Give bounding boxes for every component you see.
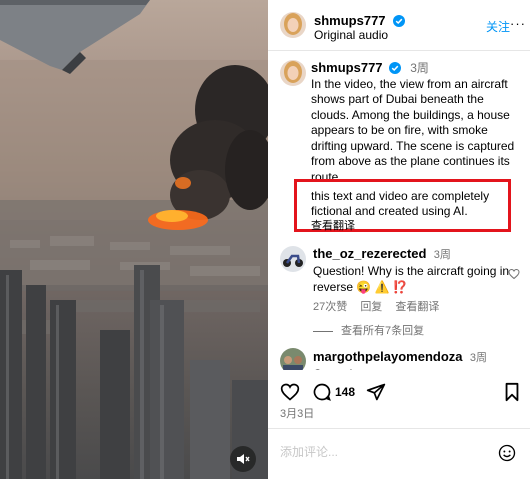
caption-username[interactable]: shmups777 [311, 60, 383, 75]
comment-time[interactable]: 3周 [470, 352, 487, 364]
comment-meta: 27次赞 回复 查看翻译 [313, 299, 513, 315]
view-replies-text[interactable]: 查看所有7条回复 [341, 325, 424, 337]
profile-photo [280, 12, 306, 38]
verified-badge-icon [393, 15, 405, 27]
speaker-muted-icon [237, 454, 250, 464]
post-video[interactable] [0, 0, 268, 479]
replies-line [313, 330, 333, 332]
reply-button[interactable]: 回复 [360, 301, 382, 313]
caption-avatar[interactable] [280, 60, 306, 86]
disclaimer-text: this text and video are completely ficti… [311, 189, 490, 218]
post-date[interactable]: 3月3日 [280, 405, 314, 421]
comment-translate-link[interactable]: 查看翻译 [395, 301, 439, 313]
dubai-aerial-scene [0, 0, 268, 479]
caption-text: In the video, the view from an aircraft … [311, 76, 515, 184]
comment-username[interactable]: the_oz_rezerected [313, 246, 426, 261]
bookmark-save-icon[interactable] [504, 382, 520, 402]
comment-text: Question! Why is the aircraft going in r… [313, 264, 510, 294]
post-username[interactable]: shmups777 [314, 13, 386, 28]
comment-likes[interactable]: 27次赞 [313, 301, 347, 313]
mute-button[interactable] [230, 446, 256, 472]
bottom-divider [268, 428, 530, 429]
share-send-icon[interactable] [366, 382, 386, 402]
follow-button[interactable]: 关注 [486, 18, 510, 35]
comment-like-heart-icon[interactable] [508, 268, 520, 280]
post-panel: shmups777 Original audio 关注 ··· shmups77… [268, 0, 530, 479]
post-header: shmups777 Original audio 关注 ··· [268, 0, 530, 50]
caption-disclaimer: this text and video are completely ficti… [311, 189, 506, 234]
caption: shmups777 3周 In the video, the view from… [311, 60, 516, 185]
audio-label[interactable]: Original audio [314, 28, 388, 42]
view-replies-link[interactable]: 查看所有7条回复 [313, 322, 424, 338]
header-divider [268, 50, 530, 51]
verified-badge-icon [388, 62, 401, 74]
commenter-avatar[interactable] [280, 246, 306, 272]
comment-time[interactable]: 3周 [434, 249, 451, 261]
avatar[interactable] [280, 12, 306, 38]
comment-bubble-icon[interactable] [312, 382, 332, 402]
comment-count: 148 [335, 385, 356, 399]
see-translation-link[interactable]: 查看翻译 [311, 219, 506, 234]
profile-photo [280, 60, 306, 86]
add-comment-input[interactable]: 添加评论... [280, 443, 338, 460]
like-heart-icon[interactable] [280, 382, 300, 402]
more-options-button[interactable]: ··· [510, 16, 526, 31]
comment-item: the_oz_rezerected 3周 Question! Why is th… [313, 246, 513, 315]
emoji-icon[interactable] [498, 444, 516, 462]
comment-username[interactable]: margothpelayomendoza [313, 349, 463, 364]
caption-time[interactable]: 3周 [410, 61, 429, 75]
motorcycle-avatar [280, 246, 306, 272]
